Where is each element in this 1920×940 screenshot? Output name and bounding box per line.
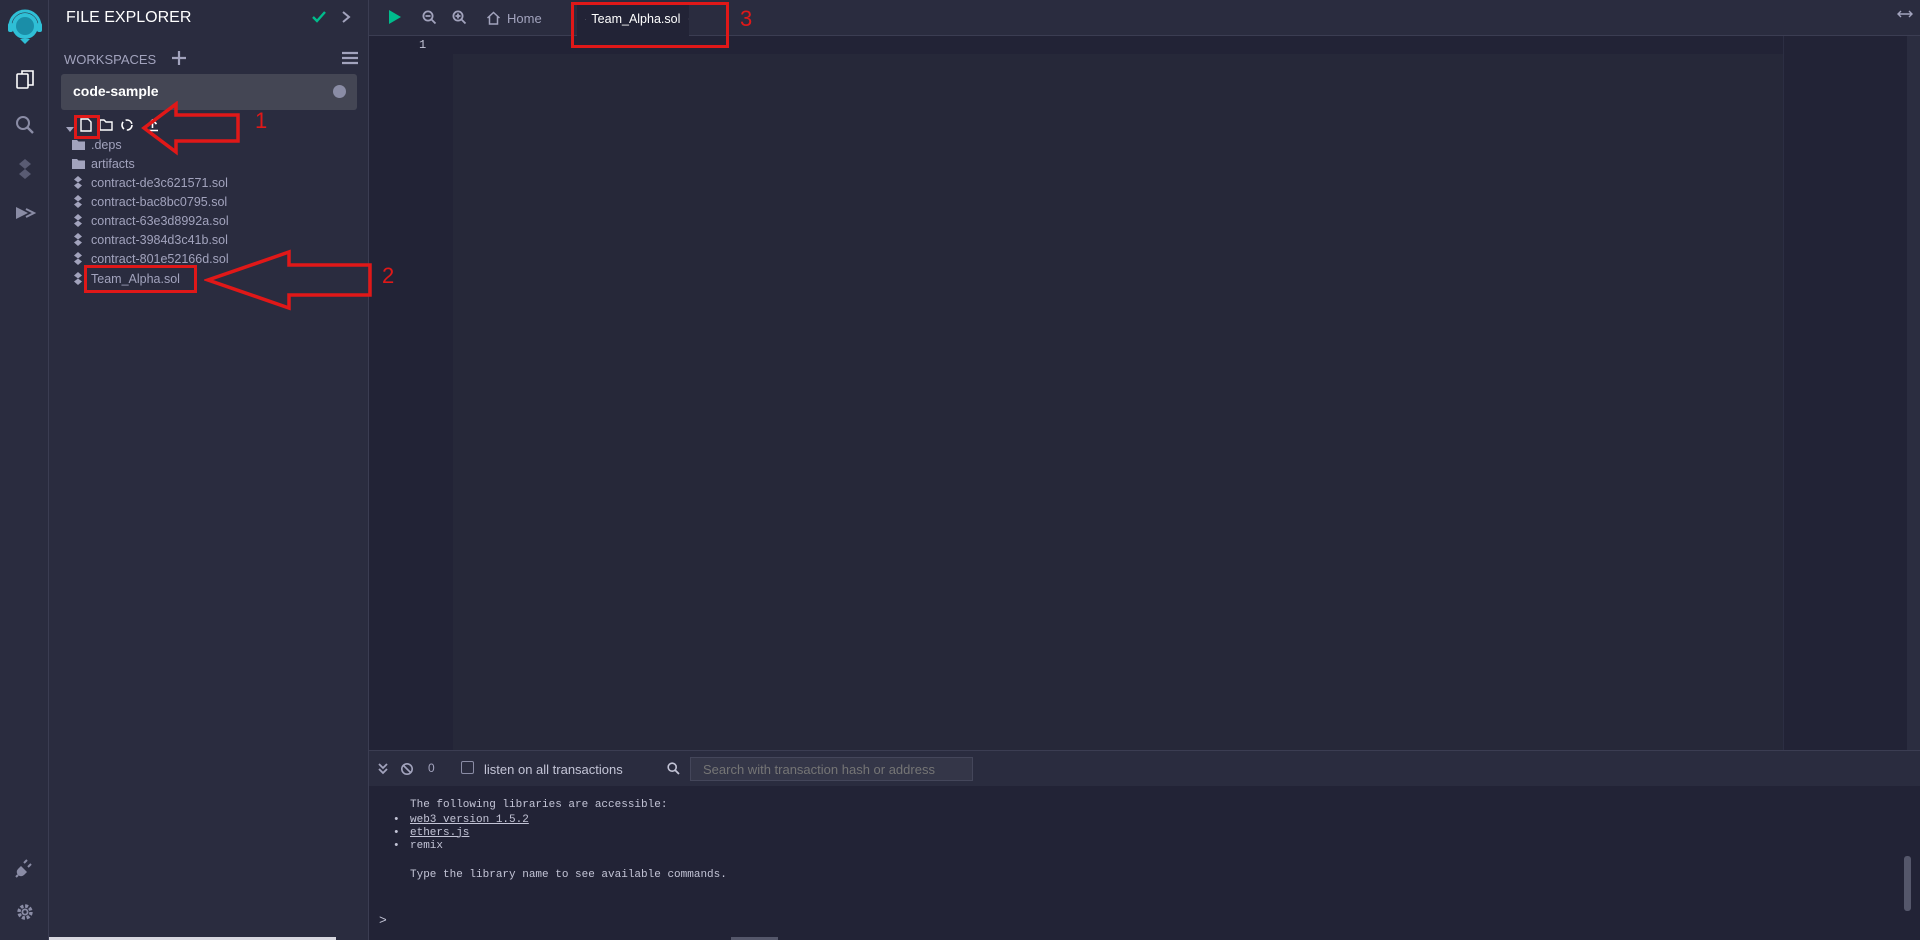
folder-icon bbox=[71, 157, 85, 171]
tree-item-label: contract-3984d3c41b.sol bbox=[91, 232, 228, 247]
file-explorer-icon[interactable] bbox=[0, 60, 49, 100]
clear-console-icon[interactable] bbox=[400, 762, 414, 781]
check-icon bbox=[311, 9, 327, 30]
code-text-area[interactable] bbox=[453, 54, 1783, 750]
solidity-file-icon bbox=[71, 272, 85, 286]
annotation-label-3: 3 bbox=[740, 6, 753, 31]
tab-home[interactable]: Home bbox=[486, 0, 542, 36]
select-arrows-icon bbox=[333, 85, 346, 98]
solidity-compiler-icon[interactable] bbox=[0, 149, 49, 189]
deploy-run-icon[interactable] bbox=[0, 193, 49, 233]
tree-item-label: contract-de3c621571.sol bbox=[91, 175, 228, 190]
solidity-file-icon bbox=[71, 252, 85, 266]
tree-item-label: contract-63e3d8992a.sol bbox=[91, 213, 229, 228]
zoom-in-icon[interactable] bbox=[452, 10, 467, 30]
search-icon bbox=[667, 762, 680, 780]
collapse-terminal-icon[interactable] bbox=[377, 762, 389, 781]
annotation-arrow-1 bbox=[141, 101, 240, 156]
workspaces-label: WORKSPACES bbox=[64, 52, 157, 67]
zoom-out-icon[interactable] bbox=[422, 10, 437, 30]
tab-team-alpha[interactable]: Team_Alpha.sol bbox=[577, 2, 689, 36]
lib-item[interactable]: • ethers.js bbox=[393, 826, 529, 839]
terminal-intro: The following libraries are accessible: bbox=[410, 799, 668, 811]
tree-file[interactable]: contract-63e3d8992a.sol bbox=[49, 211, 359, 230]
tree-item-label: contract-bac8bc0795.sol bbox=[91, 194, 228, 209]
new-folder-icon[interactable] bbox=[99, 118, 113, 136]
minimap bbox=[1783, 36, 1904, 750]
annotation-label-2: 2 bbox=[382, 263, 395, 288]
terminal-hint: Type the library name to see available c… bbox=[410, 869, 727, 881]
tree-file[interactable]: contract-3984d3c41b.sol bbox=[49, 230, 359, 249]
add-workspace-plus-icon[interactable] bbox=[171, 50, 187, 71]
remix-logo-icon[interactable] bbox=[0, 4, 49, 48]
home-icon bbox=[486, 11, 501, 25]
workspace-menu-icon[interactable] bbox=[342, 51, 358, 70]
lib-list: • web3 version 1.5.2 • ethers.js • remix bbox=[393, 813, 529, 852]
panel-title: FILE EXPLORER bbox=[66, 9, 192, 26]
tree-item-label: Team_Alpha.sol bbox=[91, 271, 180, 286]
search-icon[interactable] bbox=[0, 105, 49, 145]
lib-item[interactable]: • web3 version 1.5.2 bbox=[393, 813, 529, 826]
line-number: 1 bbox=[419, 38, 427, 52]
solidity-file-icon bbox=[71, 195, 85, 209]
settings-gear-icon[interactable] bbox=[0, 892, 49, 932]
terminal-output: The following libraries are accessible: … bbox=[369, 786, 1920, 940]
workspace-select-value: code-sample bbox=[73, 83, 159, 99]
tab-home-label: Home bbox=[507, 10, 542, 26]
pending-tx-count: 0 bbox=[428, 761, 435, 775]
tab-active-label: Team_Alpha.sol bbox=[591, 12, 681, 26]
editor-scrollbar[interactable] bbox=[1907, 36, 1920, 750]
close-tab-icon[interactable] bbox=[688, 13, 689, 25]
listen-label: listen on all transactions bbox=[484, 762, 623, 777]
solidity-file-icon bbox=[71, 176, 85, 190]
solidity-file-icon bbox=[71, 214, 85, 228]
solidity-file-icon bbox=[71, 233, 85, 247]
annotation-label-1: 1 bbox=[255, 108, 268, 133]
expand-horizontal-icon[interactable] bbox=[1897, 6, 1913, 24]
run-play-icon[interactable] bbox=[388, 9, 402, 30]
annotation-arrow-2 bbox=[204, 249, 372, 311]
terminal-prompt[interactable]: > bbox=[379, 913, 387, 928]
code-editor[interactable]: 1 bbox=[369, 36, 1920, 750]
editor-tab-bar: Home Team_Alpha.sol bbox=[369, 0, 1920, 36]
tree-item-label: .deps bbox=[91, 137, 122, 152]
listen-checkbox[interactable] bbox=[461, 761, 474, 774]
transaction-search-input[interactable] bbox=[690, 757, 973, 781]
line-gutter: 1 bbox=[369, 36, 452, 750]
tree-file[interactable]: contract-de3c621571.sol bbox=[49, 173, 359, 192]
plugin-manager-icon[interactable] bbox=[0, 848, 49, 888]
terminal-scrollbar[interactable] bbox=[1904, 856, 1911, 911]
lib-item: • remix bbox=[393, 839, 444, 852]
chevron-right-icon[interactable] bbox=[340, 10, 352, 29]
terminal-toolbar: 0 listen on all transactions bbox=[369, 750, 1920, 786]
tree-item-label: artifacts bbox=[91, 156, 135, 171]
tree-file[interactable]: contract-bac8bc0795.sol bbox=[49, 192, 359, 211]
icon-panel bbox=[0, 0, 49, 940]
folder-icon bbox=[71, 138, 85, 152]
